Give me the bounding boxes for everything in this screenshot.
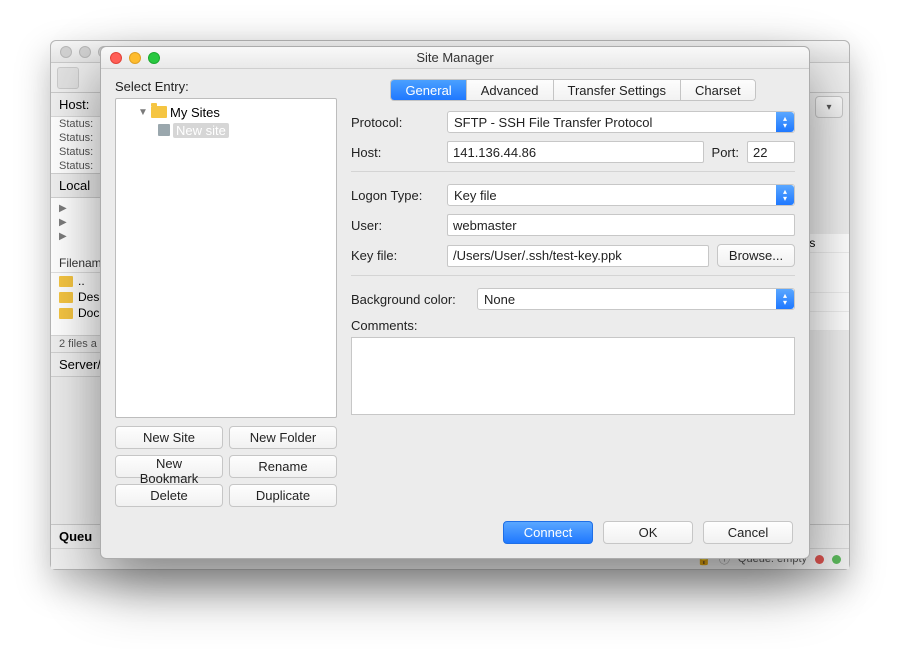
remote-path-dropdown[interactable]: [815, 96, 843, 118]
separator: [351, 171, 795, 172]
dialog-titlebar: Site Manager: [101, 47, 809, 69]
separator: [351, 275, 795, 276]
site-tree[interactable]: ▼ My Sites New site: [115, 98, 337, 418]
select-entry-label: Select Entry:: [115, 79, 337, 94]
dialog-title: Site Manager: [101, 50, 809, 65]
tab-advanced[interactable]: Advanced: [467, 80, 554, 100]
status-dot-green: [832, 555, 841, 564]
disclosure-triangle-icon[interactable]: ▼: [138, 107, 148, 118]
ok-button[interactable]: OK: [603, 521, 693, 544]
queue-tab[interactable]: Queu: [59, 529, 92, 544]
tab-charset[interactable]: Charset: [681, 80, 755, 100]
background-color-select[interactable]: None: [477, 288, 795, 310]
folder-icon: [59, 308, 73, 319]
logon-type-value: Key file: [454, 188, 497, 203]
port-label: Port:: [712, 145, 739, 160]
background-color-label: Background color:: [351, 292, 469, 307]
toolbar-icon[interactable]: [57, 67, 79, 89]
folder-icon: [151, 106, 167, 118]
browse-button[interactable]: Browse...: [717, 244, 795, 267]
key-file-input[interactable]: [447, 245, 709, 267]
folder-icon: [59, 276, 73, 287]
tree-root[interactable]: ▼ My Sites: [118, 103, 334, 121]
host-label: Host:: [351, 145, 439, 160]
tab-transfer-settings[interactable]: Transfer Settings: [554, 80, 682, 100]
tree-site-label: New site: [173, 123, 229, 138]
chevron-updown-icon: [776, 185, 794, 205]
connect-button[interactable]: Connect: [503, 521, 593, 544]
delete-button[interactable]: Delete: [115, 484, 223, 507]
folder-icon: [59, 292, 73, 303]
protocol-label: Protocol:: [351, 115, 439, 130]
site-manager-dialog: Site Manager Select Entry: ▼ My Sites Ne…: [100, 46, 810, 559]
port-input[interactable]: [747, 141, 795, 163]
new-folder-button[interactable]: New Folder: [229, 426, 337, 449]
dialog-footer: Connect OK Cancel: [101, 511, 809, 558]
logon-type-select[interactable]: Key file: [447, 184, 795, 206]
comments-textarea[interactable]: [351, 337, 795, 415]
host-input[interactable]: [447, 141, 704, 163]
protocol-select[interactable]: SFTP - SSH File Transfer Protocol: [447, 111, 795, 133]
chevron-updown-icon: [776, 289, 794, 309]
chevron-updown-icon: [776, 112, 794, 132]
logon-type-label: Logon Type:: [351, 188, 439, 203]
comments-label: Comments:: [351, 318, 795, 333]
tree-root-label: My Sites: [170, 105, 220, 120]
user-label: User:: [351, 218, 439, 233]
new-site-button[interactable]: New Site: [115, 426, 223, 449]
user-input[interactable]: [447, 214, 795, 236]
cancel-button[interactable]: Cancel: [703, 521, 793, 544]
tree-site-item[interactable]: New site: [118, 121, 334, 139]
duplicate-button[interactable]: Duplicate: [229, 484, 337, 507]
key-file-label: Key file:: [351, 248, 439, 263]
server-icon: [158, 124, 170, 136]
settings-tabs: General Advanced Transfer Settings Chars…: [351, 79, 795, 101]
new-bookmark-button[interactable]: New Bookmark: [115, 455, 223, 478]
rename-button[interactable]: Rename: [229, 455, 337, 478]
tab-general[interactable]: General: [391, 80, 466, 100]
protocol-value: SFTP - SSH File Transfer Protocol: [454, 115, 652, 130]
background-color-value: None: [484, 292, 515, 307]
status-dot-red: [815, 555, 824, 564]
host-label: Host:: [59, 97, 89, 112]
